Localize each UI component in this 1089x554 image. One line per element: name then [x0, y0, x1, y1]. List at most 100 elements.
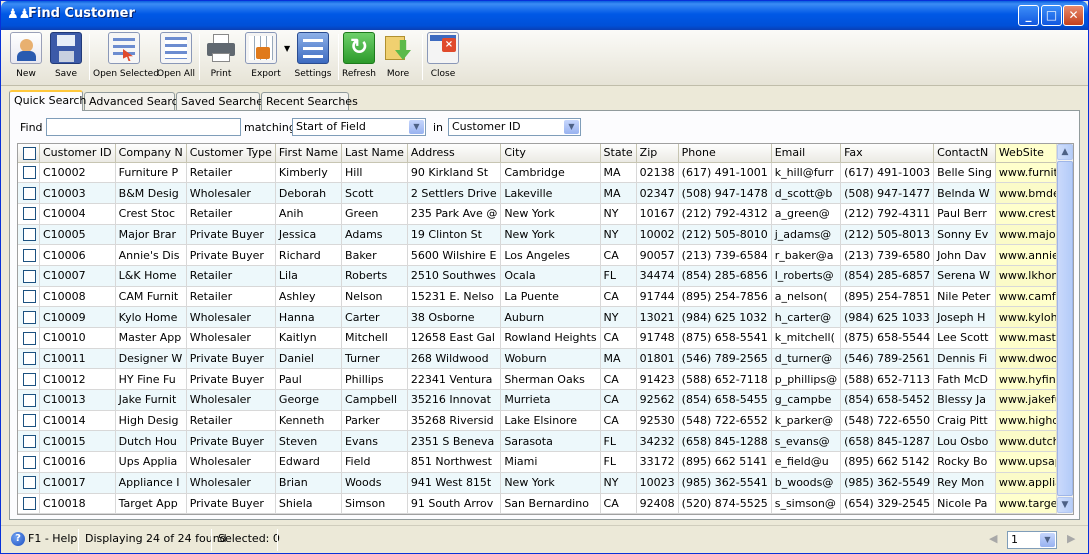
row-checkbox[interactable]: [23, 476, 36, 490]
table-cell[interactable]: Paul: [275, 368, 343, 391]
table-cell[interactable]: Ups Applia: [115, 451, 187, 473]
table-cell[interactable]: Nile Peter: [933, 286, 996, 308]
table-cell[interactable]: 2 Settlers Drive: [407, 182, 502, 204]
scroll-thumb[interactable]: [1057, 161, 1073, 496]
table-cell[interactable]: (546) 789-2561: [840, 348, 935, 370]
table-cell[interactable]: Campbell: [341, 389, 408, 411]
next-page-icon[interactable]: ▶: [1067, 532, 1075, 545]
table-cell[interactable]: Green: [341, 203, 408, 225]
table-cell[interactable]: (212) 792-4312: [678, 203, 772, 225]
table-cell[interactable]: (854) 285-6856: [678, 265, 772, 287]
table-cell[interactable]: 90057: [636, 244, 679, 266]
table-cell[interactable]: Joseph H: [933, 306, 996, 328]
export-button[interactable]: ▼ Export: [241, 32, 291, 84]
table-cell[interactable]: Kimberly: [275, 162, 343, 184]
table-cell[interactable]: Los Angeles: [500, 244, 601, 266]
table-cell[interactable]: 268 Wildwood: [407, 348, 502, 370]
table-row[interactable]: C10012 HY Fine Fu Private Buyer Paul Phillip…: [18, 368, 1073, 391]
table-cell[interactable]: 10023: [636, 472, 679, 494]
table-row[interactable]: C10003 B&M Desig Wholesaler Deborah Scott 2 S…: [18, 182, 1073, 204]
table-cell[interactable]: h_carter@: [771, 306, 842, 328]
row-checkbox[interactable]: [23, 166, 36, 180]
table-cell[interactable]: Roberts: [341, 265, 408, 287]
refresh-button[interactable]: ↻ Refresh: [341, 32, 377, 84]
table-cell[interactable]: k_mitchell(: [771, 327, 842, 349]
table-cell[interactable]: Private Buyer: [186, 430, 276, 453]
table-cell[interactable]: 10167: [636, 203, 679, 225]
help-link[interactable]: ? F1 - Help: [11, 532, 77, 546]
table-cell[interactable]: Lou Osbo: [933, 430, 996, 453]
matching-select[interactable]: Start of Field ▼: [292, 118, 426, 136]
table-cell[interactable]: Hill: [341, 162, 408, 184]
column-header[interactable]: Customer Type: [186, 144, 276, 163]
table-cell[interactable]: C10008: [39, 286, 116, 308]
table-cell[interactable]: 15231 E. Nelso: [407, 286, 502, 308]
table-cell[interactable]: Turner: [341, 348, 408, 370]
table-cell[interactable]: Jessica: [275, 224, 343, 246]
row-checkbox-cell[interactable]: [18, 430, 40, 453]
table-cell[interactable]: Steven: [275, 430, 343, 453]
table-cell[interactable]: Private Buyer: [186, 348, 276, 370]
table-cell[interactable]: Belle Sing: [933, 162, 996, 184]
table-cell[interactable]: Master App: [115, 327, 187, 349]
page-select[interactable]: 1 ▼: [1007, 531, 1057, 549]
table-cell[interactable]: 13021: [636, 306, 679, 328]
table-cell[interactable]: Kenneth: [275, 410, 343, 432]
table-cell[interactable]: CAM Furnit: [115, 286, 187, 308]
table-cell[interactable]: C10018: [39, 493, 116, 514]
table-cell[interactable]: Shiela: [275, 493, 343, 514]
row-checkbox-cell[interactable]: [18, 162, 40, 184]
column-header[interactable]: Email: [771, 144, 842, 163]
table-cell[interactable]: 92562: [636, 389, 679, 411]
table-cell[interactable]: Evans: [341, 430, 408, 453]
table-cell[interactable]: 91744: [636, 286, 679, 308]
table-cell[interactable]: Murrieta: [500, 389, 601, 411]
table-cell[interactable]: Lake Elsinore: [500, 410, 601, 432]
row-checkbox[interactable]: [23, 455, 36, 469]
table-cell[interactable]: (212) 505-8013: [840, 224, 935, 246]
table-cell[interactable]: NY: [600, 224, 637, 246]
table-cell[interactable]: Ashley: [275, 286, 343, 308]
table-cell[interactable]: Auburn: [500, 306, 601, 328]
table-cell[interactable]: CA: [600, 493, 637, 514]
table-cell[interactable]: (548) 722-6550: [840, 410, 935, 432]
table-cell[interactable]: 34474: [636, 265, 679, 287]
table-cell[interactable]: B&M Desig: [115, 182, 187, 204]
table-cell[interactable]: a_nelson(: [771, 286, 842, 308]
in-field-select[interactable]: Customer ID ▼: [448, 118, 581, 136]
table-cell[interactable]: p_phillips@: [771, 368, 842, 391]
table-cell[interactable]: 12658 East Gal: [407, 327, 502, 349]
table-cell[interactable]: C10003: [39, 182, 116, 204]
table-cell[interactable]: Miami: [500, 451, 601, 473]
table-cell[interactable]: C10016: [39, 451, 116, 473]
table-cell[interactable]: Deborah: [275, 182, 343, 204]
table-cell[interactable]: Brian: [275, 472, 343, 494]
row-checkbox-cell[interactable]: [18, 327, 40, 349]
table-cell[interactable]: Rowland Heights: [500, 327, 601, 349]
table-cell[interactable]: d_turner@: [771, 348, 842, 370]
table-cell[interactable]: (508) 947-1478: [678, 182, 772, 204]
table-cell[interactable]: Edward: [275, 451, 343, 473]
table-cell[interactable]: Sherman Oaks: [500, 368, 601, 391]
tab-recent-searches[interactable]: Recent Searches: [261, 92, 358, 110]
table-cell[interactable]: 2510 Southwes: [407, 265, 502, 287]
table-cell[interactable]: g_campbe: [771, 389, 842, 411]
open-selected-button[interactable]: Open Selected: [93, 32, 159, 84]
table-cell[interactable]: (984) 625 1032: [678, 306, 772, 328]
table-row[interactable]: C10007 L&K Home Retailer Lila Roberts 2510 So…: [18, 265, 1073, 287]
table-cell[interactable]: CA: [600, 286, 637, 308]
row-checkbox[interactable]: [23, 248, 36, 262]
table-cell[interactable]: Blessy Ja: [933, 389, 996, 411]
tab-saved-searches[interactable]: Saved Searches: [176, 92, 269, 110]
row-checkbox-cell[interactable]: [18, 368, 40, 391]
column-header[interactable]: First Name: [275, 144, 343, 163]
table-cell[interactable]: k_parker@: [771, 410, 842, 432]
table-cell[interactable]: NY: [600, 472, 637, 494]
table-cell[interactable]: CA: [600, 410, 637, 432]
column-header[interactable]: City: [500, 144, 601, 163]
table-cell[interactable]: j_adams@: [771, 224, 842, 246]
table-cell[interactable]: C10015: [39, 430, 116, 453]
column-header[interactable]: ContactN: [933, 144, 996, 163]
table-cell[interactable]: 92530: [636, 410, 679, 432]
table-cell[interactable]: (658) 845-1288: [678, 430, 772, 453]
